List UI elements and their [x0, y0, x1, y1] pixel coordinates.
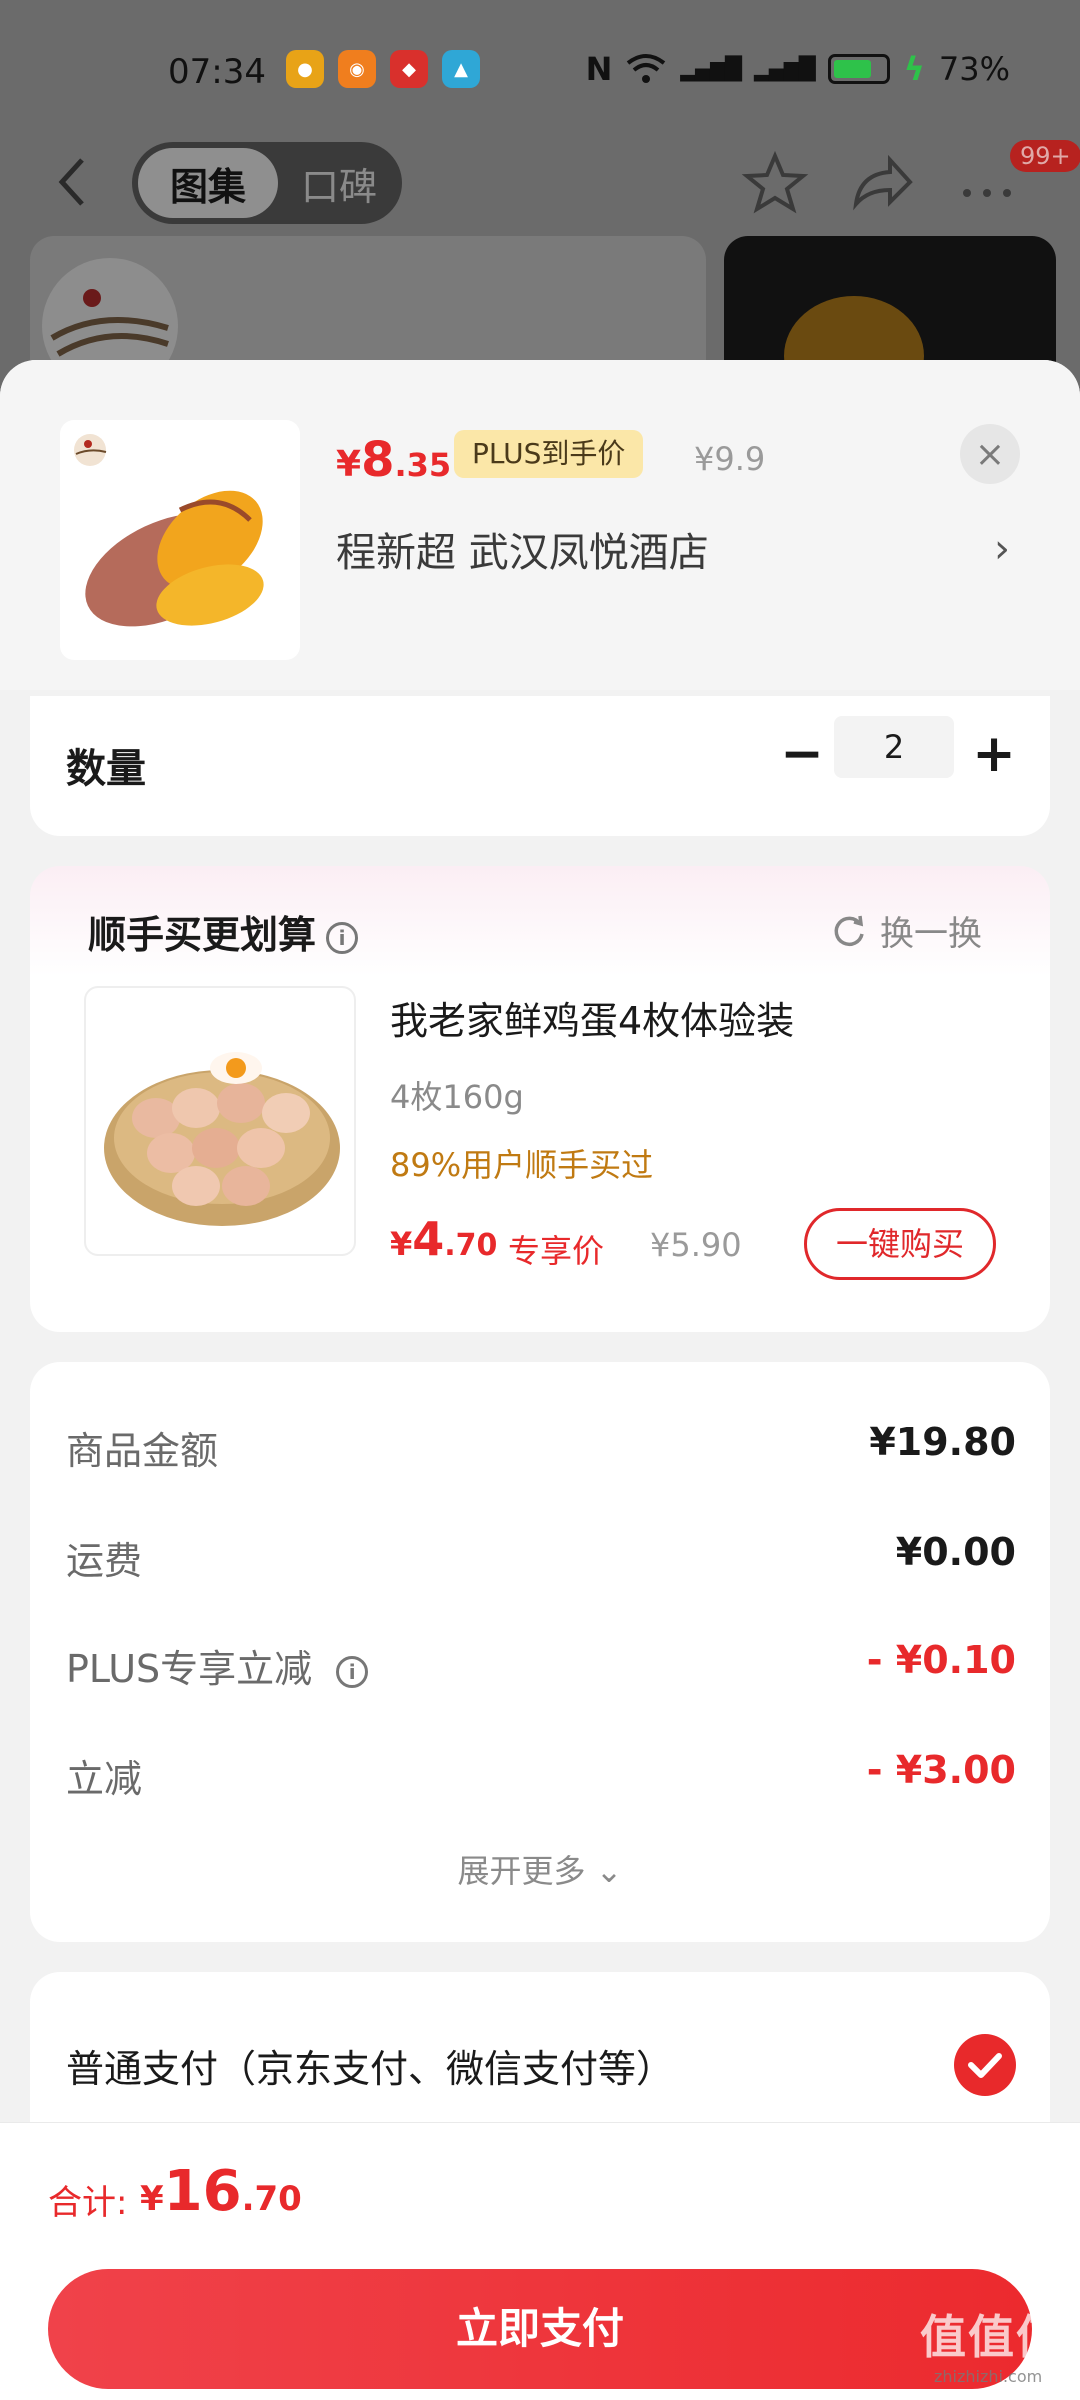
upsell-card: 顺手买更划算 i 换一换 我老家鲜鸡蛋4枚体验装 4枚160g 89%用户顺手买… — [30, 866, 1050, 1332]
app-icon: ◉ — [338, 50, 376, 88]
back-arrow-icon[interactable] — [52, 152, 92, 212]
upsell-price: ¥4.70 — [390, 1212, 497, 1266]
one-click-buy-button[interactable]: 一键购买 — [804, 1208, 996, 1280]
info-icon[interactable]: i — [336, 1655, 369, 1688]
notification-icons: ● ◉ ◆ ▲ — [286, 50, 480, 88]
status-time: 07:34 — [168, 52, 266, 92]
status-bar: 07:34 ● ◉ ◆ ▲ N ▂▄▆█ ▂▄▆█ ϟ 73% — [0, 40, 1080, 106]
summary-label: 运费 — [66, 1539, 143, 1583]
upsell-original-price: ¥5.90 — [650, 1226, 742, 1264]
delivery-address[interactable]: 程新超 武汉凤悦酒店 — [336, 520, 709, 578]
refresh-button[interactable]: 换一换 — [830, 906, 982, 955]
price-summary-card: 商品金额 ¥19.80 运费 ¥0.00 PLUS专享立减 i - ¥0.10 立… — [30, 1362, 1050, 1942]
plus-discount-label: PLUS专享立减 — [66, 1647, 313, 1691]
weibo-icon: ● — [286, 50, 324, 88]
price-decimal: .35 — [394, 446, 452, 484]
original-price: ¥9.9 — [694, 440, 766, 478]
upsell-price-decimal: .70 — [444, 1228, 498, 1263]
payment-method-label[interactable]: 普通支付（京东支付、微信支付等） — [66, 2038, 674, 2093]
quantity-plus-button[interactable]: + — [964, 726, 1024, 786]
exclusive-price-label: 专享价 — [508, 1232, 605, 1270]
total-decimal: .70 — [241, 2179, 302, 2219]
product-price: ¥8.35 — [336, 432, 451, 488]
view-switch: 图集 口碑 — [132, 142, 402, 224]
watermark-logo: 值值值 — [920, 2310, 1064, 2364]
summary-value: - ¥0.10 — [866, 1638, 1016, 1682]
summary-label: 商品金额 — [66, 1429, 219, 1473]
wifi-icon — [627, 54, 666, 83]
charging-icon: ϟ — [903, 50, 925, 88]
egg-product-image[interactable] — [84, 986, 356, 1256]
total-price: ¥16.70 — [140, 2159, 302, 2224]
order-sheet: ¥8.35 PLUS到手价 ¥9.9 × 程新超 武汉凤悦酒店 › 数量 − 2… — [0, 360, 1080, 2400]
share-icon[interactable] — [846, 148, 916, 218]
tab-gallery[interactable]: 图集 — [138, 148, 278, 218]
star-icon[interactable] — [740, 148, 810, 218]
jd-icon: ◆ — [390, 50, 428, 88]
signal-5g-icon-2: ▂▄▆█ — [754, 56, 816, 82]
chevron-right-icon[interactable]: › — [994, 526, 1010, 572]
summary-row: 立减 - ¥3.00 — [66, 1748, 1016, 1808]
upsell-social-proof: 89%用户顺手买过 — [390, 1146, 654, 1184]
price-integer: 8 — [361, 432, 395, 488]
quantity-label: 数量 — [66, 746, 146, 792]
refresh-label: 换一换 — [880, 914, 982, 954]
top-nav: 图集 口碑 99+ — [0, 138, 1080, 228]
watermark-site: zhizhizhi.com — [934, 2367, 1043, 2386]
plus-price-tag: PLUS到手价 — [454, 430, 644, 478]
upsell-title-text: 顺手买更划算 — [88, 913, 317, 957]
summary-label: PLUS专享立减 i — [66, 1638, 369, 1693]
summary-row: 商品金额 ¥19.80 — [66, 1420, 1016, 1480]
total-integer: 16 — [163, 2159, 242, 2224]
close-button[interactable]: × — [960, 424, 1020, 484]
tab-reviews[interactable]: 口碑 — [282, 148, 396, 218]
upsell-price-integer: 4 — [412, 1212, 445, 1266]
bottom-bar: 合计: ¥16.70 立即支付 值值值 zhizhizhi.com — [0, 2122, 1080, 2400]
background-page: 07:34 ● ◉ ◆ ▲ N ▂▄▆█ ▂▄▆█ ϟ 73% 图集 口碑 99… — [0, 0, 1080, 416]
signal-5g-icon: ▂▄▆█ — [680, 56, 742, 82]
more-badge: 99+ — [1010, 140, 1080, 172]
price-currency: ¥ — [336, 444, 362, 485]
info-icon[interactable]: i — [326, 921, 359, 954]
pay-now-button[interactable]: 立即支付 — [48, 2269, 1032, 2389]
total-label: 合计: — [48, 2183, 128, 2223]
upsell-item-spec: 4枚160g — [390, 1078, 524, 1116]
upsell-title: 顺手买更划算 i — [88, 904, 359, 959]
quantity-card: 数量 − 2 + — [30, 696, 1050, 836]
refresh-icon — [834, 915, 864, 946]
status-right: N ▂▄▆█ ▂▄▆█ ϟ 73% — [586, 50, 1010, 88]
upsell-price-currency: ¥ — [390, 1225, 413, 1263]
travel-app-icon: ▲ — [442, 50, 480, 88]
product-header: ¥8.35 PLUS到手价 ¥9.9 × 程新超 武汉凤悦酒店 › — [0, 360, 1080, 690]
battery-percent: 73% — [938, 50, 1010, 88]
total-currency: ¥ — [140, 2179, 164, 2219]
battery-icon — [827, 54, 890, 84]
summary-value: - ¥3.00 — [866, 1748, 1016, 1792]
quantity-input[interactable]: 2 — [834, 716, 954, 778]
expand-more-button[interactable]: 展开更多 ⌄ — [30, 1846, 1050, 1892]
summary-row: PLUS专享立减 i - ¥0.10 — [66, 1638, 1016, 1698]
summary-value: ¥0.00 — [895, 1530, 1016, 1574]
nfc-icon: N — [585, 50, 613, 88]
summary-value: ¥19.80 — [869, 1420, 1016, 1464]
checkmark-icon[interactable] — [954, 2034, 1016, 2096]
summary-row: 运费 ¥0.00 — [66, 1530, 1016, 1590]
summary-label: 立减 — [66, 1757, 143, 1801]
upsell-item-name[interactable]: 我老家鲜鸡蛋4枚体验装 — [390, 990, 794, 1045]
quantity-minus-button[interactable]: − — [772, 726, 832, 786]
sweet-potato-image — [60, 420, 300, 660]
